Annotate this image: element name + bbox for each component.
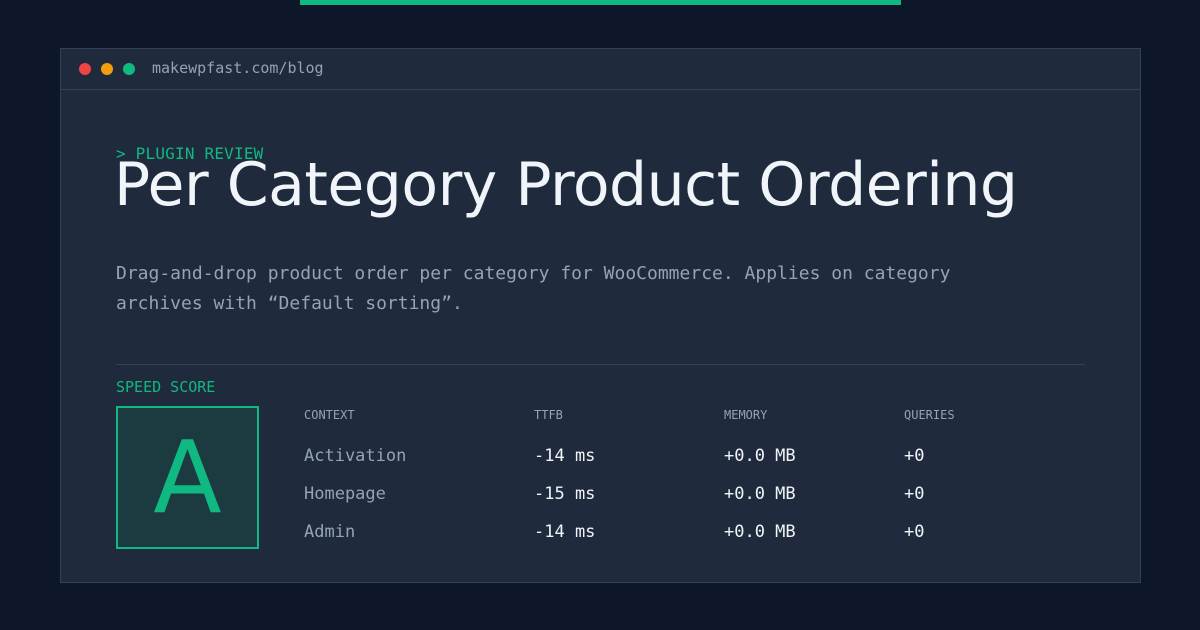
browser-window: makewpfast.com/blog > PLUGIN REVIEW Per …: [60, 48, 1141, 583]
row-ttfb-homepage: -15 ms: [534, 484, 596, 504]
row-context-admin: Admin: [304, 522, 356, 542]
row-context-homepage: Homepage: [304, 484, 386, 504]
minimize-window-dot-icon[interactable]: [101, 63, 113, 75]
speed-score-label: SPEED SCORE: [116, 378, 216, 396]
row-queries-activation: +0: [904, 446, 925, 466]
row-memory-admin: +0.0 MB: [724, 522, 796, 542]
row-ttfb-activation: -14 ms: [534, 446, 596, 466]
window-url: makewpfast.com/blog: [152, 59, 324, 77]
speed-grade-badge: A: [116, 406, 259, 549]
row-queries-admin: +0: [904, 522, 925, 542]
row-memory-homepage: +0.0 MB: [724, 484, 796, 504]
row-ttfb-admin: -14 ms: [534, 522, 596, 542]
maximize-window-dot-icon[interactable]: [123, 63, 135, 75]
column-header-queries: QUERIES: [904, 408, 955, 422]
column-header-context: CONTEXT: [304, 408, 355, 422]
top-accent-bar: [300, 0, 901, 5]
column-header-ttfb: TTFB: [534, 408, 563, 422]
window-titlebar: makewpfast.com/blog: [61, 49, 1140, 90]
plugin-description: Drag‑and‑drop product order per category…: [116, 263, 951, 314]
close-window-dot-icon[interactable]: [79, 63, 91, 75]
column-header-memory: MEMORY: [724, 408, 768, 422]
row-memory-activation: +0.0 MB: [724, 446, 796, 466]
row-queries-homepage: +0: [904, 484, 925, 504]
page-title: Per Category Product Ordering: [114, 150, 1018, 220]
section-divider: [116, 364, 1085, 365]
row-context-activation: Activation: [304, 446, 407, 466]
